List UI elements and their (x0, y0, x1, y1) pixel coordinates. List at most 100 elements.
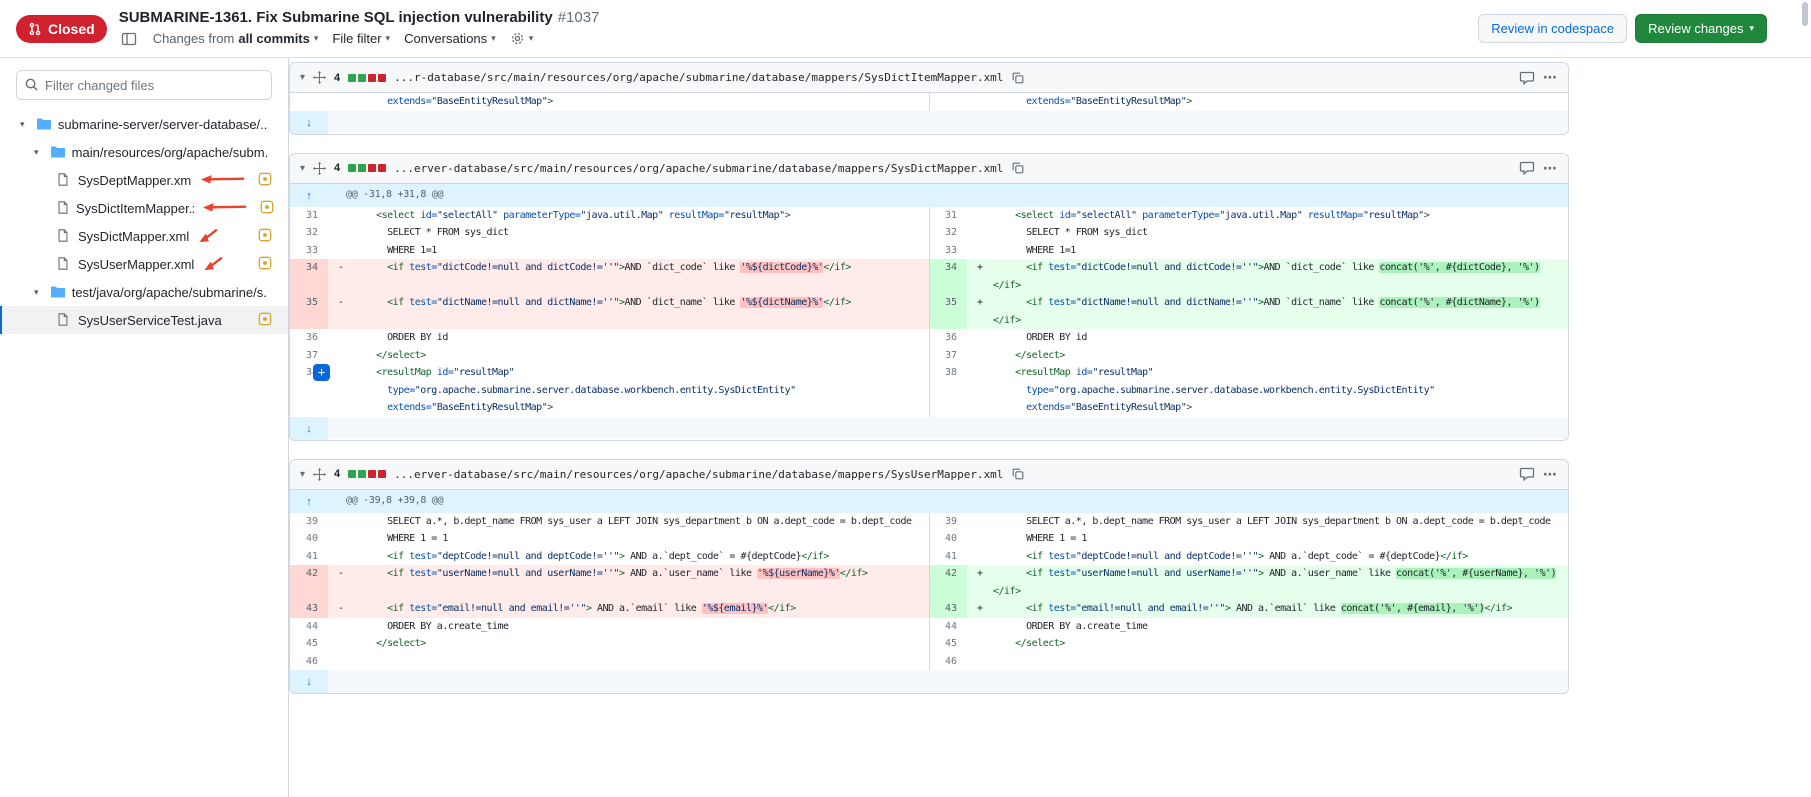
chevron-down-icon[interactable]: ▾ (34, 287, 44, 298)
file-path: ...erver-database/src/main/resources/org… (394, 468, 1003, 481)
line-number[interactable]: 46 (929, 653, 967, 671)
expand-down-button[interactable]: ↓ (290, 418, 328, 440)
line-number[interactable]: 36 (290, 329, 328, 347)
diff-row: 42- <if test="userName!=null and userNam… (290, 565, 1568, 600)
line-number[interactable]: 32 (290, 224, 328, 242)
collapse-file-button[interactable]: ▾ (300, 72, 305, 83)
copy-path-button[interactable] (1011, 161, 1025, 175)
code-line: - <if test="email!=null and email!=''"> … (328, 600, 929, 618)
expand-up-button[interactable]: ↑ (290, 186, 328, 207)
drag-handle-icon[interactable] (313, 468, 326, 481)
line-number[interactable]: 33 (929, 242, 967, 260)
line-number[interactable]: 42 (929, 565, 967, 600)
review-in-codespace-button[interactable]: Review in codespace (1478, 14, 1627, 43)
drag-handle-icon[interactable] (313, 71, 326, 84)
file-tree-item[interactable]: SysUserMapper.xml (0, 250, 288, 278)
file-options-button[interactable]: ⋯ (1543, 466, 1558, 483)
filter-changed-files-input[interactable] (16, 70, 272, 100)
line-number[interactable]: 34 (929, 259, 967, 294)
line-number[interactable]: 42 (290, 565, 328, 600)
file-tree-dir[interactable]: ▾main/resources/org/apache/subm... (0, 138, 288, 166)
file-comment-button[interactable] (1519, 70, 1535, 86)
file-name-label: SysDictItemMapper.xml (76, 201, 194, 216)
file-icon (56, 200, 70, 216)
line-number[interactable]: 41 (929, 548, 967, 566)
line-number[interactable]: 33 (290, 242, 328, 260)
collapse-file-button[interactable]: ▾ (300, 469, 305, 480)
copy-path-button[interactable] (1011, 71, 1025, 85)
code-line: extends="BaseEntityResultMap"> (328, 93, 929, 111)
file-options-button[interactable]: ⋯ (1543, 160, 1558, 177)
file-tree-item[interactable]: SysDictItemMapper.xml (0, 194, 288, 222)
line-number[interactable]: 44 (290, 618, 328, 636)
expand-down-button[interactable]: ↓ (290, 671, 328, 693)
code-line: ORDER BY a.create_time (967, 618, 1568, 636)
file-tree-dir[interactable]: ▾test/java/org/apache/submarine/s... (0, 278, 288, 306)
file-comment-button[interactable] (1519, 466, 1535, 482)
line-number[interactable]: 35 (290, 294, 328, 329)
file-tree-item[interactable]: SysDeptMapper.xml (0, 166, 288, 194)
line-number[interactable]: 35 (929, 294, 967, 329)
code-line: WHERE 1=1 (328, 242, 929, 260)
diff-row: 38 <resultMap id="resultMap" type="org.a… (290, 364, 1568, 417)
line-number[interactable]: 45 (929, 635, 967, 653)
changes-from-value: all commits (238, 31, 310, 46)
line-number[interactable]: 39 (290, 513, 328, 531)
diff-sign: - (338, 259, 344, 277)
file-tree-dir[interactable]: ▾submarine-server/server-database/... (0, 110, 288, 138)
line-number[interactable]: 36 (929, 329, 967, 347)
file-tree-item[interactable]: SysDictMapper.xml (0, 222, 288, 250)
scrollbar-thumb[interactable] (1802, 2, 1808, 26)
diffstat-square (348, 470, 356, 478)
line-number[interactable]: 45 (290, 635, 328, 653)
file-tree-item[interactable]: SysUserServiceTest.java (0, 306, 288, 334)
code-line: </select> (328, 635, 929, 653)
add-comment-button[interactable]: + (313, 364, 330, 381)
file-options-button[interactable]: ⋯ (1543, 69, 1558, 86)
changes-from-dropdown[interactable]: Changes from all commits ▾ (153, 31, 319, 46)
line-number[interactable]: 32 (929, 224, 967, 242)
line-number[interactable]: 43 (290, 600, 328, 618)
line-number[interactable] (929, 93, 967, 111)
line-number[interactable] (290, 93, 328, 111)
copy-path-button[interactable] (1011, 467, 1025, 481)
line-number[interactable]: 34 (290, 259, 328, 294)
file-comment-button[interactable] (1519, 160, 1535, 176)
chevron-down-icon[interactable]: ▾ (20, 119, 30, 130)
diffstat-square (378, 74, 386, 82)
drag-handle-icon[interactable] (313, 162, 326, 175)
file-icon (56, 172, 72, 188)
expand-down-button[interactable]: ↓ (290, 112, 328, 134)
diffstat (348, 74, 386, 82)
conversations-dropdown[interactable]: Conversations ▾ (404, 31, 496, 46)
diff-body: ↑@@ -31,8 +31,8 @@31 <select id="selectA… (290, 184, 1568, 440)
diff-row: 35- <if test="dictName!=null and dictNam… (290, 294, 1568, 329)
line-number[interactable]: 44 (929, 618, 967, 636)
code-line: <resultMap id="resultMap" type="org.apac… (328, 364, 929, 417)
diff-row: 41 <if test="deptCode!=null and deptCode… (290, 548, 1568, 566)
line-number[interactable]: 37 (290, 347, 328, 365)
code-line: WHERE 1 = 1 (328, 530, 929, 548)
line-number[interactable]: 31 (290, 207, 328, 225)
chevron-down-icon[interactable]: ▾ (34, 147, 44, 158)
file-tree-toggle-button[interactable] (119, 29, 139, 49)
diff-settings-button[interactable]: ▾ (510, 31, 534, 46)
diff-toolbar: Changes from all commits ▾ File filter ▾… (119, 29, 600, 49)
expand-up-button[interactable]: ↑ (290, 492, 328, 513)
line-number[interactable]: 39 (929, 513, 967, 531)
line-number[interactable]: 46 (290, 653, 328, 671)
line-number[interactable]: 43 (929, 600, 967, 618)
line-number[interactable]: 40 (929, 530, 967, 548)
line-number[interactable]: 38 (929, 364, 967, 417)
line-number[interactable]: 31 (929, 207, 967, 225)
diffstat (348, 164, 386, 172)
file-icon (56, 228, 72, 244)
diff-row: 45 </select>45 </select> (290, 635, 1568, 653)
line-number[interactable]: 37 (929, 347, 967, 365)
file-filter-dropdown[interactable]: File filter ▾ (332, 31, 390, 46)
review-changes-button[interactable]: Review changes ▾ (1635, 14, 1767, 43)
line-number[interactable]: 40 (290, 530, 328, 548)
line-number[interactable]: 41 (290, 548, 328, 566)
collapse-file-button[interactable]: ▾ (300, 163, 305, 174)
file-filter-label: File filter (332, 31, 381, 46)
